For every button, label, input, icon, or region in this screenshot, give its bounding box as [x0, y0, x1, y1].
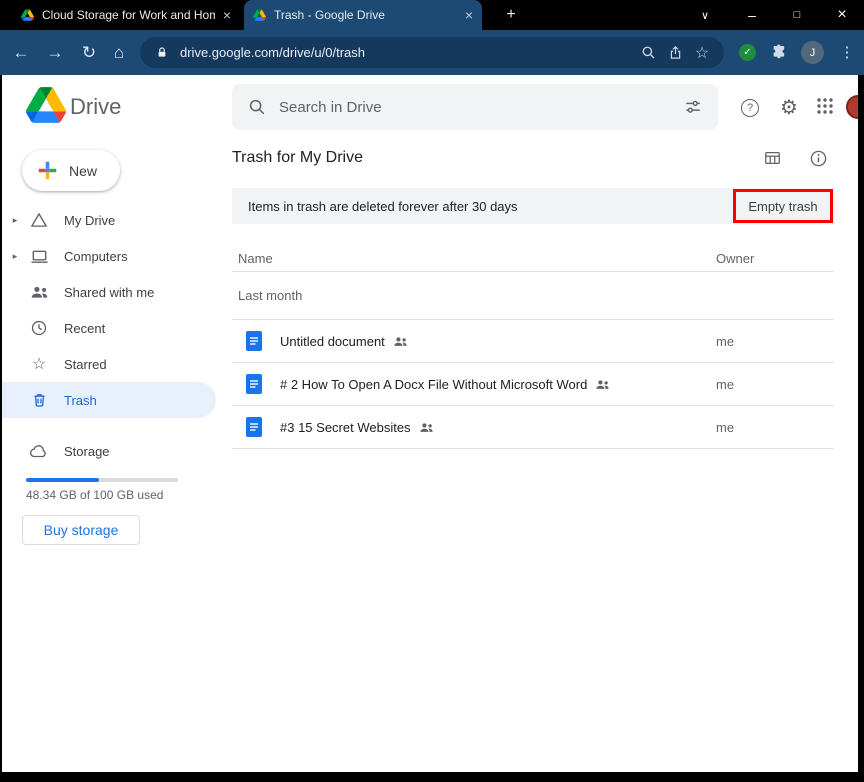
- expand-arrow-icon[interactable]: ▸: [2, 251, 28, 262]
- sidebar-item-storage[interactable]: Storage: [2, 433, 216, 469]
- buy-storage-button[interactable]: Buy storage: [22, 515, 140, 545]
- browser-titlebar: Cloud Storage for Work and Hom × Trash -…: [0, 0, 864, 30]
- sidebar-item-label: Shared with me: [64, 285, 154, 300]
- browser-toolbar: ← → ↻ ⌂ drive.google.com/drive/u/0/trash…: [0, 30, 864, 75]
- file-name: # 2 How To Open A Docx File Without Micr…: [280, 377, 587, 392]
- new-button-label: New: [69, 163, 97, 179]
- sidebar-item-recent[interactable]: Recent: [2, 310, 216, 346]
- extension-check-icon[interactable]: ✓: [739, 44, 756, 61]
- back-button[interactable]: ←: [8, 40, 34, 66]
- page-title: Trash for My Drive: [232, 149, 363, 167]
- app-name: Drive: [70, 94, 121, 120]
- tab-title: Trash - Google Drive: [274, 8, 457, 22]
- sidebar-item-shared-with-me[interactable]: Shared with me: [2, 274, 216, 310]
- home-button[interactable]: ⌂: [106, 40, 132, 66]
- tab-cloud-storage[interactable]: Cloud Storage for Work and Hom ×: [12, 0, 240, 30]
- clock-icon: [28, 319, 50, 337]
- forward-button[interactable]: →: [42, 40, 68, 66]
- browser-menu-icon[interactable]: ⋮: [839, 38, 855, 66]
- table-header: Name Owner: [232, 245, 834, 272]
- google-docs-icon: [246, 374, 262, 394]
- new-button[interactable]: New: [22, 150, 120, 191]
- google-docs-icon: [246, 331, 262, 351]
- search-options-icon[interactable]: [684, 98, 702, 116]
- share-icon[interactable]: [666, 45, 684, 60]
- search-input[interactable]: [279, 99, 671, 116]
- grid-view-icon[interactable]: [761, 147, 783, 169]
- trash-banner: Items in trash are deleted forever after…: [232, 188, 834, 224]
- browser-window: Cloud Storage for Work and Hom × Trash -…: [0, 0, 864, 782]
- tab-close-icon[interactable]: ×: [465, 8, 473, 22]
- window-maximize-button[interactable]: □: [782, 0, 812, 30]
- expand-arrow-icon[interactable]: ▸: [2, 215, 28, 226]
- column-header-name[interactable]: Name: [238, 251, 273, 266]
- tab-title: Cloud Storage for Work and Hom: [42, 8, 215, 22]
- owner-label: me: [716, 420, 734, 435]
- bookmark-star-icon[interactable]: ☆: [693, 43, 711, 63]
- file-name: Untitled document: [280, 334, 385, 349]
- storage-usage-text: 48.34 GB of 100 GB used: [26, 488, 163, 502]
- settings-gear-icon[interactable]: ⚙: [778, 96, 800, 118]
- computers-icon: [28, 247, 50, 266]
- drive-favicon-icon: [253, 9, 266, 21]
- section-label: Last month: [238, 288, 302, 303]
- file-row[interactable]: # 2 How To Open A Docx File Without Micr…: [232, 363, 834, 406]
- account-avatar[interactable]: [846, 95, 858, 119]
- column-header-owner[interactable]: Owner: [716, 251, 754, 266]
- annotation-red-box: Empty trash: [733, 189, 833, 223]
- my-drive-icon: [28, 211, 50, 229]
- cloud-icon: [28, 444, 50, 459]
- sidebar-item-label: Recent: [64, 321, 105, 336]
- new-tab-button[interactable]: +: [500, 4, 522, 26]
- plus-icon: [37, 160, 58, 181]
- lock-icon: [153, 46, 171, 59]
- drive-favicon-icon: [21, 9, 34, 21]
- sidebar-item-label: Trash: [64, 393, 97, 408]
- sidebar-item-starred[interactable]: ☆ Starred: [2, 346, 216, 382]
- reload-button[interactable]: ↻: [76, 40, 102, 66]
- window-minimize-button[interactable]: –: [737, 0, 767, 30]
- storage-progress-bar: [26, 478, 178, 482]
- url-text: drive.google.com/drive/u/0/trash: [180, 45, 630, 60]
- file-row[interactable]: Untitled document me: [232, 320, 834, 363]
- storage-progress-fill: [26, 478, 99, 482]
- info-icon[interactable]: [807, 147, 829, 169]
- sidebar-item-my-drive[interactable]: ▸ My Drive: [2, 202, 216, 238]
- empty-trash-button[interactable]: Empty trash: [736, 192, 830, 220]
- sidebar-item-computers[interactable]: ▸ Computers: [2, 238, 216, 274]
- banner-message: Items in trash are deleted forever after…: [248, 199, 518, 214]
- tab-close-icon[interactable]: ×: [223, 8, 231, 22]
- shared-people-icon: [419, 422, 434, 433]
- owner-label: me: [716, 377, 734, 392]
- tab-trash-google-drive[interactable]: Trash - Google Drive ×: [244, 0, 482, 30]
- section-last-month: Last month: [232, 272, 834, 320]
- sidebar-item-label: Storage: [64, 444, 110, 459]
- drive-page: Drive ? ⚙ New ▸ My: [2, 75, 858, 772]
- search-icon: [248, 98, 266, 116]
- address-bar[interactable]: drive.google.com/drive/u/0/trash ☆: [140, 37, 724, 68]
- google-apps-grid-icon[interactable]: [816, 97, 834, 115]
- trash-icon: [28, 391, 50, 409]
- help-icon[interactable]: ?: [741, 99, 759, 117]
- sidebar-item-trash[interactable]: Trash: [2, 382, 216, 418]
- shared-people-icon: [595, 379, 610, 390]
- sidebar-item-label: My Drive: [64, 213, 115, 228]
- extensions-puzzle-icon[interactable]: [771, 43, 788, 60]
- zoom-icon[interactable]: [639, 45, 657, 60]
- tab-search-chevron-icon[interactable]: ∨: [690, 0, 720, 30]
- google-docs-icon: [246, 417, 262, 437]
- window-close-button[interactable]: ×: [827, 0, 857, 30]
- star-icon: ☆: [28, 354, 50, 374]
- browser-profile-avatar[interactable]: J: [801, 41, 824, 64]
- shared-people-icon: [28, 285, 50, 299]
- drive-search-bar[interactable]: [232, 84, 718, 130]
- shared-people-icon: [393, 336, 408, 347]
- file-name: #3 15 Secret Websites: [280, 420, 411, 435]
- drive-logo[interactable]: [26, 87, 66, 128]
- owner-label: me: [716, 334, 734, 349]
- file-row[interactable]: #3 15 Secret Websites me: [232, 406, 834, 449]
- sidebar-item-label: Computers: [64, 249, 128, 264]
- sidebar-item-label: Starred: [64, 357, 107, 372]
